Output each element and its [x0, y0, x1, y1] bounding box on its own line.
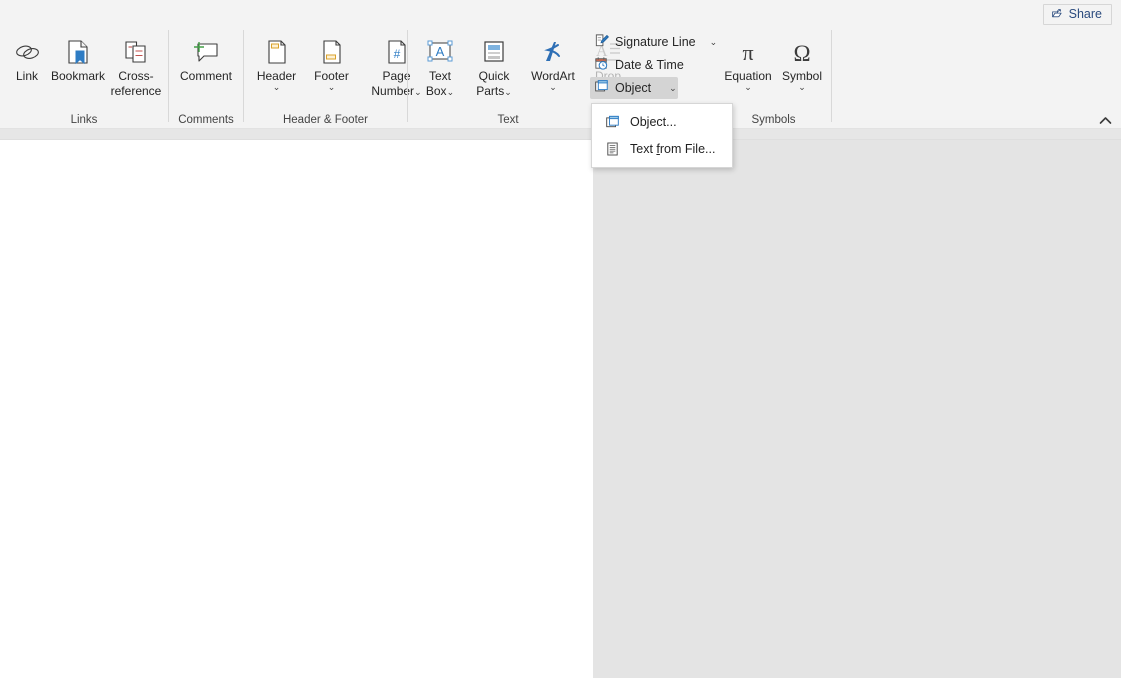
- date-time-icon: [594, 56, 609, 74]
- ribbon-group-label-symbols: Symbols: [716, 114, 831, 126]
- ruler-band: [0, 129, 1121, 140]
- chevron-down-icon[interactable]: ⌄: [273, 83, 281, 92]
- ribbon-group-label-text: Text: [408, 114, 608, 126]
- signature-line-button[interactable]: Signature Line ⌄: [590, 31, 722, 53]
- equation-button[interactable]: π Equation ⌄: [720, 29, 776, 93]
- menu-item-object[interactable]: Object...: [592, 108, 732, 135]
- symbol-button[interactable]: Ω Symbol ⌄: [776, 29, 828, 93]
- quick-parts-button-label-2: Parts ⌄: [476, 85, 512, 98]
- svg-text:A: A: [436, 44, 445, 59]
- chevron-down-icon[interactable]: ⌄: [504, 88, 512, 97]
- date-and-time-label: Date & Time: [615, 58, 684, 72]
- text-box-icon: A: [425, 36, 455, 68]
- chevron-down-icon[interactable]: ⌄: [669, 84, 677, 93]
- ribbon-group-label-header-footer: Header & Footer: [244, 114, 407, 126]
- title-bar: Share: [0, 0, 1121, 26]
- bookmark-button-label: Bookmark: [51, 70, 105, 83]
- menu-item-text-from-file-label: Text from File...: [630, 142, 715, 156]
- comment-button-label: Comment: [180, 70, 232, 83]
- document-canvas-background: [593, 140, 1121, 678]
- quick-parts-button-label-1: Quick: [479, 70, 510, 83]
- text-box-button-label-1: Text: [429, 70, 451, 83]
- footer-icon: [320, 36, 344, 68]
- object-icon: [594, 79, 609, 97]
- share-button-label: Share: [1069, 8, 1102, 21]
- ribbon: Link Bookmark: [0, 26, 1121, 129]
- date-and-time-button[interactable]: Date & Time: [590, 54, 689, 76]
- cross-reference-button-label-1: Cross-: [118, 70, 153, 83]
- wordart-icon: [538, 36, 568, 68]
- share-button[interactable]: Share: [1043, 4, 1112, 25]
- bookmark-icon: [65, 36, 91, 68]
- signature-line-icon: [594, 33, 609, 51]
- chevron-down-icon[interactable]: ⌄: [744, 83, 752, 92]
- cross-reference-button-label-2: reference: [111, 85, 162, 98]
- ribbon-group-symbols: π Equation ⌄ Ω Symbol ⌄ Symbols: [716, 26, 831, 129]
- header-icon: [265, 36, 289, 68]
- footer-button[interactable]: Footer ⌄: [304, 29, 359, 93]
- share-icon: [1051, 7, 1064, 22]
- header-button[interactable]: Header ⌄: [249, 29, 304, 93]
- cross-reference-icon: [122, 36, 150, 68]
- svg-text:#: #: [393, 47, 400, 61]
- quick-parts-text: Parts: [476, 84, 504, 98]
- ribbon-group-label-comments: Comments: [169, 114, 243, 126]
- cross-reference-button[interactable]: Cross- reference: [108, 29, 164, 99]
- link-button[interactable]: Link: [4, 29, 50, 84]
- object-button[interactable]: Object ⌄: [590, 77, 678, 99]
- text-from-file-icon: [604, 141, 620, 157]
- ribbon-group-comments: Comment Comments: [169, 26, 243, 129]
- equation-icon: π: [734, 36, 762, 68]
- page-number-icon: #: [385, 36, 409, 68]
- quick-parts-icon: [481, 36, 507, 68]
- ribbon-group-header-footer: Header ⌄ Footer ⌄: [244, 26, 407, 129]
- label-part: Text: [630, 142, 656, 156]
- document-page[interactable]: [0, 140, 593, 678]
- wordart-button[interactable]: WordArt ⌄: [522, 29, 584, 93]
- ribbon-group-links: Link Bookmark: [0, 26, 168, 129]
- word-application-window: Share Link: [0, 0, 1121, 678]
- quick-parts-button[interactable]: Quick Parts ⌄: [466, 29, 522, 99]
- object-button-label: Object: [615, 81, 651, 95]
- comment-icon: [191, 36, 221, 68]
- menu-item-object-label: Object...: [630, 115, 677, 129]
- chevron-down-icon[interactable]: ⌄: [328, 83, 336, 92]
- svg-text:Ω: Ω: [793, 41, 810, 66]
- label-part: rom File...: [660, 142, 716, 156]
- object-dropdown-menu: Object... Text from File...: [591, 103, 733, 168]
- chevron-down-icon[interactable]: ⌄: [447, 88, 455, 97]
- text-box-text: Box: [426, 84, 447, 98]
- chevron-down-icon[interactable]: ⌄: [798, 83, 806, 92]
- text-box-button[interactable]: A Text Box ⌄: [414, 29, 466, 99]
- link-icon: [13, 36, 41, 68]
- link-button-label: Link: [16, 70, 38, 83]
- text-box-button-label-2: Box ⌄: [426, 85, 454, 98]
- group-separator: [831, 30, 832, 122]
- svg-text:π: π: [742, 40, 753, 65]
- signature-line-label: Signature Line: [615, 35, 696, 49]
- comment-button[interactable]: Comment: [171, 29, 241, 84]
- menu-item-text-from-file[interactable]: Text from File...: [592, 135, 732, 162]
- bookmark-button[interactable]: Bookmark: [48, 29, 108, 84]
- symbol-icon: Ω: [788, 36, 816, 68]
- ribbon-group-label-links: Links: [0, 114, 168, 126]
- object-icon: [604, 114, 620, 130]
- chevron-down-icon[interactable]: ⌄: [549, 83, 557, 92]
- collapse-ribbon-button[interactable]: [1096, 112, 1114, 128]
